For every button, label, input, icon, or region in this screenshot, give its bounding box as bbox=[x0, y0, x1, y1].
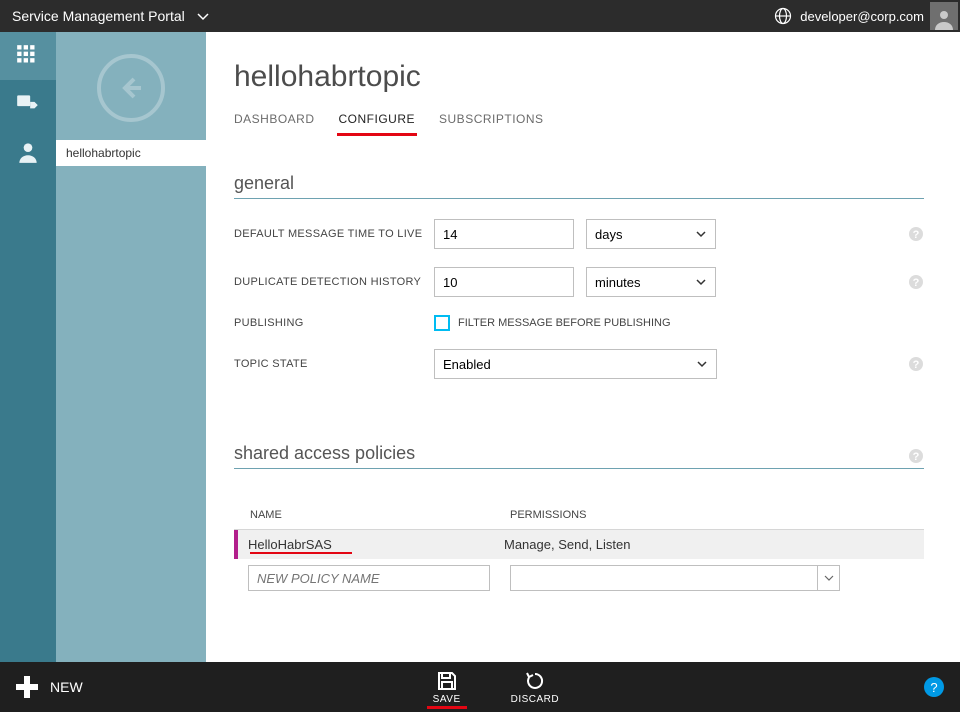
row-publishing: PUBLISHING FILTER MESSAGE BEFORE PUBLISH… bbox=[234, 315, 924, 331]
chevron-down-icon bbox=[695, 228, 707, 240]
discard-label: DISCARD bbox=[511, 694, 560, 705]
discard-icon bbox=[524, 670, 546, 692]
tab-dashboard[interactable]: DASHBOARD bbox=[234, 112, 315, 132]
policy-name: HelloHabrSAS bbox=[248, 537, 332, 552]
save-icon bbox=[436, 670, 458, 692]
ttl-unit-value: days bbox=[595, 227, 622, 242]
brand-title: Service Management Portal bbox=[0, 8, 185, 24]
tab-strip: DASHBOARD CONFIGURE SUBSCRIPTIONS bbox=[234, 112, 924, 133]
top-bar: Service Management Portal developer@corp… bbox=[0, 0, 960, 32]
plus-icon bbox=[14, 674, 40, 700]
help-button[interactable]: ? bbox=[924, 677, 944, 697]
section-general-title: general bbox=[234, 173, 924, 194]
section-sap-title: shared access policies bbox=[234, 443, 908, 464]
new-policy-permissions-select[interactable] bbox=[510, 565, 840, 591]
policy-permissions: Manage, Send, Listen bbox=[504, 537, 630, 552]
bottom-bar: NEW SAVE DISCARD ? bbox=[0, 662, 960, 712]
svg-text:?: ? bbox=[913, 359, 920, 371]
dup-unit-select[interactable]: minutes bbox=[586, 267, 716, 297]
side-panel: hellohabrtopic bbox=[56, 32, 206, 662]
state-value: Enabled bbox=[443, 357, 491, 372]
sap-table-header: NAME PERMISSIONS bbox=[234, 501, 924, 530]
help-icon[interactable]: ? bbox=[908, 274, 924, 290]
state-select[interactable]: Enabled bbox=[434, 349, 717, 379]
globe-icon[interactable] bbox=[774, 7, 792, 25]
discard-button[interactable]: DISCARD bbox=[511, 670, 560, 705]
left-rail bbox=[0, 32, 56, 662]
highlight-underline bbox=[427, 706, 467, 709]
chevron-down-icon bbox=[695, 276, 707, 288]
new-label: NEW bbox=[50, 679, 83, 695]
publishing-label: PUBLISHING bbox=[234, 317, 434, 329]
dup-input[interactable] bbox=[434, 267, 574, 297]
chevron-down-icon bbox=[696, 358, 708, 370]
table-row[interactable]: HelloHabrSAS Manage, Send, Listen bbox=[234, 530, 924, 559]
section-divider bbox=[234, 468, 924, 469]
tab-configure[interactable]: CONFIGURE bbox=[339, 112, 416, 132]
new-button[interactable]: NEW bbox=[14, 674, 83, 700]
ttl-label: DEFAULT MESSAGE TIME TO LIVE bbox=[234, 228, 434, 240]
row-dup: DUPLICATE DETECTION HISTORY minutes ? bbox=[234, 267, 924, 297]
section-divider bbox=[234, 198, 924, 199]
state-label: TOPIC STATE bbox=[234, 358, 434, 370]
new-policy-input[interactable] bbox=[248, 565, 490, 591]
rail-servicebus[interactable] bbox=[0, 80, 56, 128]
row-ttl: DEFAULT MESSAGE TIME TO LIVE days ? bbox=[234, 219, 924, 249]
filter-checkbox-label: FILTER MESSAGE BEFORE PUBLISHING bbox=[458, 317, 671, 329]
tab-subscriptions[interactable]: SUBSCRIPTIONS bbox=[439, 112, 544, 132]
help-icon[interactable]: ? bbox=[908, 448, 924, 464]
help-icon[interactable]: ? bbox=[908, 226, 924, 242]
dup-label: DUPLICATE DETECTION HISTORY bbox=[234, 276, 434, 288]
col-permissions: PERMISSIONS bbox=[510, 509, 586, 521]
user-email[interactable]: developer@corp.com bbox=[800, 9, 924, 24]
back-button[interactable] bbox=[97, 54, 165, 122]
chevron-down-icon bbox=[817, 566, 839, 590]
ttl-input[interactable] bbox=[434, 219, 574, 249]
main-content: hellohabrtopic DASHBOARD CONFIGURE SUBSC… bbox=[206, 32, 960, 662]
filter-checkbox[interactable] bbox=[434, 315, 450, 331]
col-name: NAME bbox=[250, 509, 510, 521]
help-icon[interactable]: ? bbox=[908, 356, 924, 372]
save-button[interactable]: SAVE bbox=[433, 670, 461, 705]
avatar-icon[interactable] bbox=[930, 2, 958, 30]
svg-text:?: ? bbox=[913, 451, 920, 463]
dup-unit-value: minutes bbox=[595, 275, 641, 290]
sidebar-item-topic[interactable]: hellohabrtopic bbox=[56, 140, 206, 166]
svg-text:?: ? bbox=[913, 277, 920, 289]
brand-dropdown[interactable] bbox=[195, 8, 211, 24]
row-state: TOPIC STATE Enabled ? bbox=[234, 349, 924, 379]
ttl-unit-select[interactable]: days bbox=[586, 219, 716, 249]
rail-all-items[interactable] bbox=[0, 32, 56, 80]
svg-text:?: ? bbox=[913, 229, 920, 241]
rail-user[interactable] bbox=[0, 128, 56, 176]
page-title: hellohabrtopic bbox=[234, 60, 924, 94]
highlight-underline bbox=[250, 552, 352, 554]
save-label: SAVE bbox=[433, 694, 461, 705]
new-policy-row bbox=[234, 559, 924, 597]
